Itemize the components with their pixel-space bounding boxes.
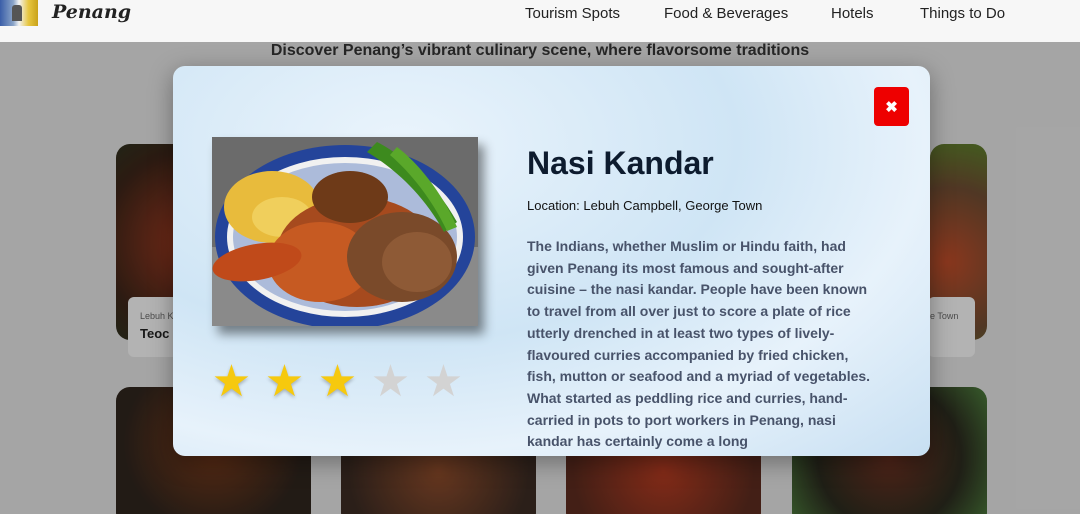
top-navbar: Penang Tourism Spots Food & Beverages Ho… (0, 0, 1080, 42)
modal-title: Nasi Kandar (527, 145, 714, 181)
star-empty-icon[interactable]: ★ (368, 360, 413, 404)
modal-description: The Indians, whether Muslim or Hindu fai… (527, 238, 871, 450)
star-filled-icon[interactable]: ★ (262, 360, 307, 404)
nav-tourism-spots[interactable]: Tourism Spots (525, 5, 620, 22)
food-detail-modal: ✖ ★ ★ ★ ★ ★ Nasi Kandar Location: Lebuh … (173, 66, 930, 456)
nav-hotels[interactable]: Hotels (831, 5, 874, 22)
close-button[interactable]: ✖ (874, 87, 909, 126)
main-nav: Tourism Spots Food & Beverages Hotels Th… (0, 5, 1080, 23)
modal-location: Location: Lebuh Campbell, George Town (527, 198, 763, 213)
rating-stars: ★ ★ ★ ★ ★ (209, 360, 469, 404)
nav-food-beverages[interactable]: Food & Beverages (664, 5, 788, 22)
nasi-kandar-photo (212, 137, 478, 326)
star-filled-icon[interactable]: ★ (315, 360, 360, 404)
nav-things-to-do[interactable]: Things to Do (920, 5, 1005, 22)
star-empty-icon[interactable]: ★ (421, 360, 466, 404)
star-filled-icon[interactable]: ★ (209, 360, 254, 404)
